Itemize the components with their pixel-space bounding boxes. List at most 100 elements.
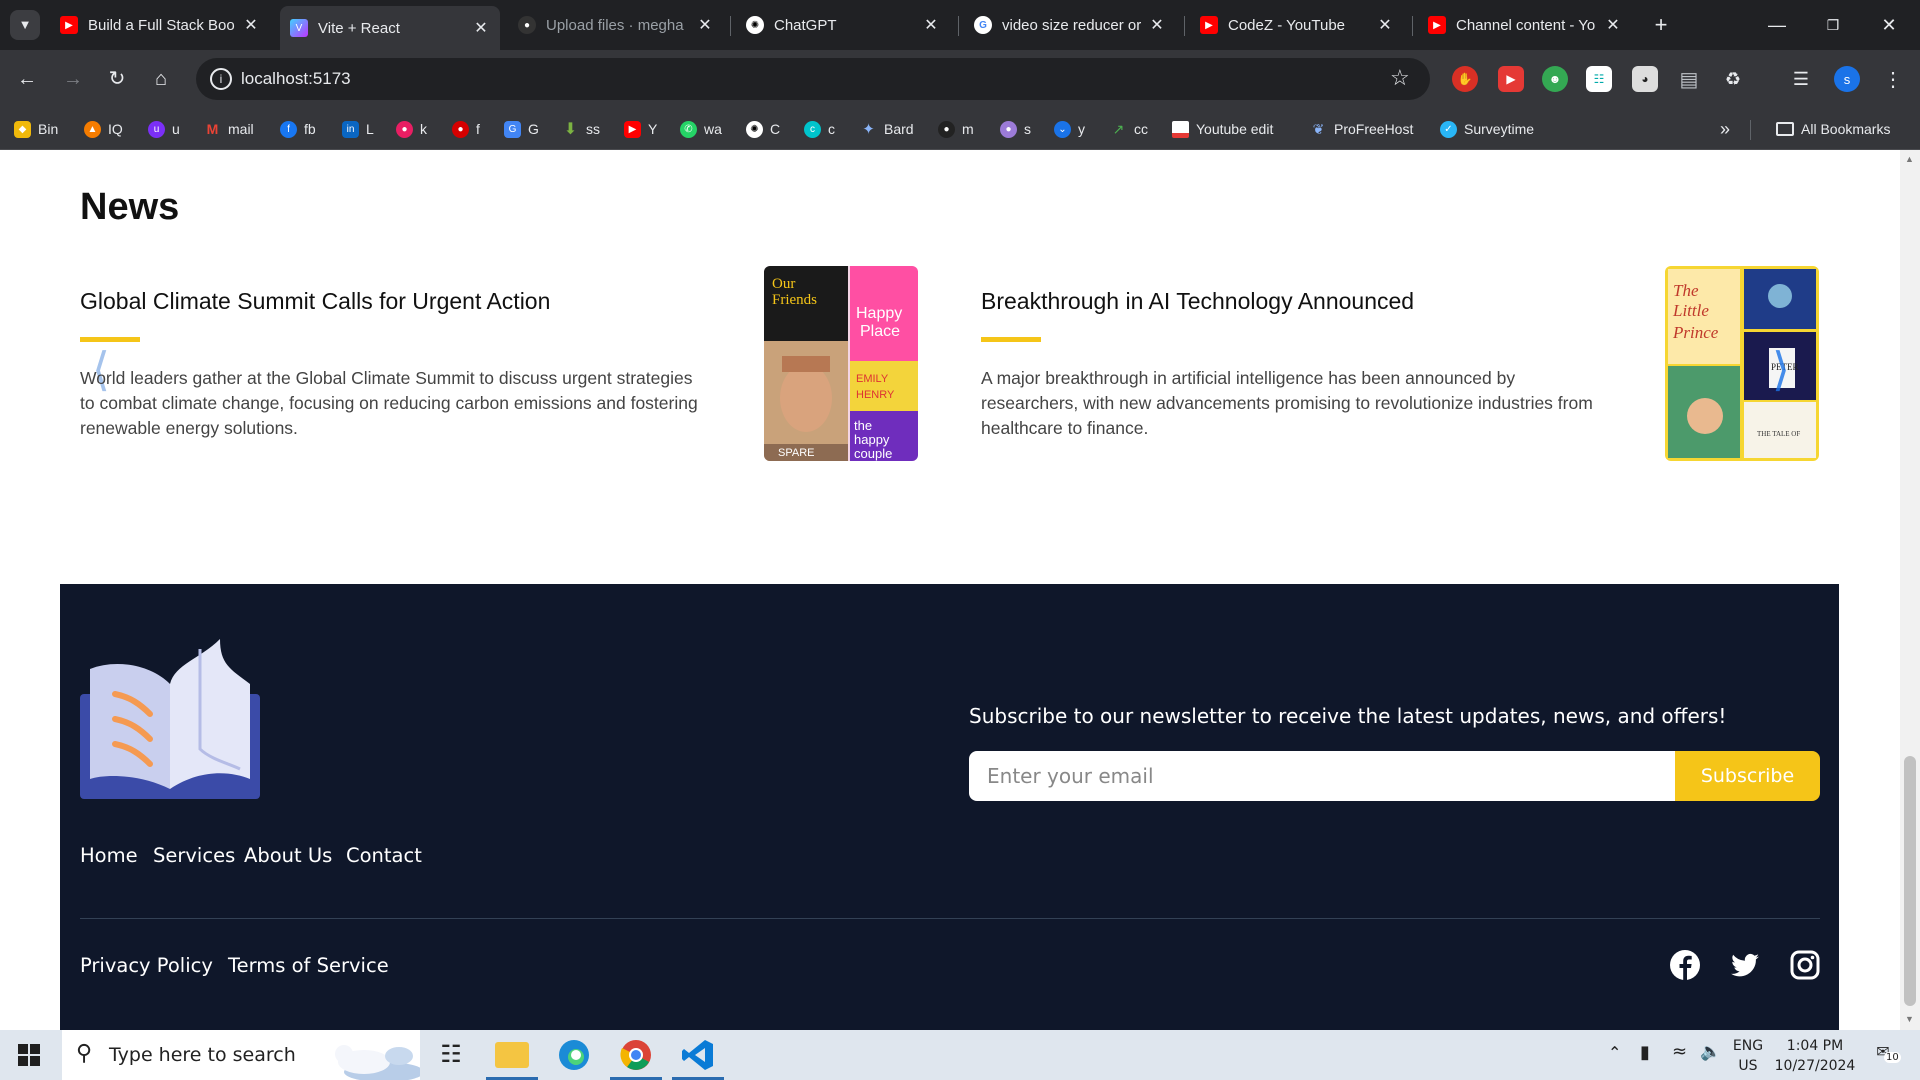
- vite-icon: V: [290, 19, 308, 37]
- bookmarks-overflow-icon[interactable]: »: [1720, 118, 1730, 140]
- bookmark-star-icon[interactable]: ☆: [1390, 65, 1410, 91]
- tab-codez-youtube[interactable]: ▶ CodeZ - YouTube ✕: [1190, 8, 1404, 42]
- bookmark-wa[interactable]: ✆ wa: [680, 118, 722, 140]
- bookmark-profreehost[interactable]: ❦ ProFreeHost: [1310, 118, 1414, 140]
- vscode-icon[interactable]: [681, 1038, 715, 1072]
- reload-icon[interactable]: ↻: [100, 62, 134, 96]
- carousel-next-arrow[interactable]: ⟩: [1772, 342, 1790, 396]
- bookmark-iq[interactable]: ▲ IQ: [84, 118, 123, 140]
- bookmark-cc[interactable]: ↗ cc: [1110, 118, 1148, 140]
- window-close-icon[interactable]: ✕: [1866, 8, 1912, 42]
- address-bar[interactable]: i localhost:5173 ☆: [196, 58, 1430, 100]
- bookmark-surveytime[interactable]: ✓ Surveytime: [1440, 118, 1534, 140]
- wifi-icon[interactable]: ≈: [1672, 1041, 1687, 1062]
- svg-text:Friends: Friends: [772, 292, 817, 308]
- media-control-icon[interactable]: ☰: [1788, 66, 1814, 92]
- restore-icon[interactable]: ❐: [1810, 8, 1856, 42]
- bookmark-linkedin[interactable]: in L: [342, 118, 374, 140]
- extension-clipboard-icon[interactable]: ☷: [1586, 66, 1612, 92]
- terms-of-service-link[interactable]: Terms of Service: [228, 954, 389, 977]
- footer-link-services[interactable]: Services: [153, 844, 235, 867]
- tab-upload-files[interactable]: ● Upload files · megha ✕: [508, 8, 724, 42]
- extension-video-icon[interactable]: ▶: [1498, 66, 1524, 92]
- menu-kebab-icon[interactable]: ⋮: [1880, 66, 1906, 92]
- bookmark-youtube-edit[interactable]: Youtube edit: [1172, 118, 1273, 140]
- footer-link-about[interactable]: About Us: [244, 844, 332, 867]
- tab-chatgpt[interactable]: ✺ ChatGPT ✕: [736, 8, 950, 42]
- search-icon: ⚲: [76, 1040, 93, 1065]
- windows-start-icon[interactable]: [18, 1044, 40, 1066]
- extension-robot-icon[interactable]: ☻: [1542, 66, 1568, 92]
- scrollbar-thumb[interactable]: [1904, 756, 1916, 1006]
- edge-icon[interactable]: [557, 1038, 591, 1072]
- close-icon[interactable]: ✕: [1604, 15, 1622, 35]
- news-card-image[interactable]: Our Friends SPARE Happy Place EMILY HENR…: [764, 266, 918, 461]
- extension-doc-icon[interactable]: ▤: [1676, 66, 1702, 92]
- forward-icon[interactable]: →: [56, 62, 90, 96]
- back-icon[interactable]: ←: [10, 62, 44, 96]
- home-icon[interactable]: ⌂: [144, 62, 178, 96]
- tab-search-button[interactable]: ▼: [10, 10, 40, 40]
- bookmark-f[interactable]: ● f: [452, 118, 480, 140]
- volume-icon[interactable]: 🔈: [1700, 1042, 1721, 1062]
- extensions-puzzle-icon[interactable]: ♻: [1720, 66, 1746, 92]
- bookmark-bard[interactable]: ✦ Bard: [860, 118, 913, 140]
- footer-link-contact[interactable]: Contact: [346, 844, 422, 867]
- tab-video-size-reducer[interactable]: G video size reducer or ✕: [964, 8, 1176, 42]
- bookmark-bin[interactable]: ◆ Bin: [14, 118, 58, 140]
- news-card-title: Breakthrough in AI Technology Announced: [981, 288, 1415, 314]
- all-bookmarks-button[interactable]: All Bookmarks: [1776, 118, 1890, 140]
- instagram-icon[interactable]: [1789, 949, 1821, 981]
- tray-overflow-icon[interactable]: ⌃: [1608, 1043, 1621, 1062]
- close-icon[interactable]: ✕: [1376, 15, 1394, 35]
- new-tab-button[interactable]: +: [1646, 12, 1676, 38]
- news-card-image[interactable]: The Little Prince PETER THE TALE OF: [1665, 266, 1819, 461]
- extension-glasses-icon[interactable]: ◕: [1632, 66, 1658, 92]
- bookmark-c-canva[interactable]: cc: [804, 118, 835, 140]
- extension-stop-icon[interactable]: ✋: [1452, 66, 1478, 92]
- tab-vite-react[interactable]: V Vite + React ✕: [280, 6, 500, 50]
- footer-link-home[interactable]: Home: [80, 844, 138, 867]
- clock-time: 1:04 PM: [1786, 1038, 1844, 1054]
- privacy-policy-link[interactable]: Privacy Policy: [80, 954, 213, 977]
- svg-text:Place: Place: [860, 323, 900, 340]
- check-circle-icon: ✓: [1440, 120, 1457, 138]
- close-icon[interactable]: ✕: [696, 15, 714, 35]
- bookmark-g[interactable]: GG: [504, 118, 539, 140]
- twitter-icon[interactable]: [1729, 949, 1761, 981]
- bookmark-mail[interactable]: Mmail: [204, 118, 254, 140]
- youtube-icon: ▶: [60, 16, 78, 34]
- bookmark-m[interactable]: ● m: [938, 118, 974, 140]
- bookmark-fb[interactable]: f fb: [280, 118, 316, 140]
- task-view-icon[interactable]: ☷: [434, 1038, 468, 1072]
- clock[interactable]: 1:04 PM 10/27/2024: [1768, 1036, 1862, 1076]
- bookmark-s[interactable]: ● s: [1000, 118, 1031, 140]
- close-icon[interactable]: ✕: [1148, 15, 1166, 35]
- bookmark-y2[interactable]: ⌄ y: [1054, 118, 1085, 140]
- subscribe-button[interactable]: Subscribe: [1675, 751, 1820, 801]
- close-icon[interactable]: ✕: [922, 15, 940, 35]
- bookmark-k[interactable]: ● k: [396, 118, 427, 140]
- browser-toolbar: ← → ↻ ⌂ i localhost:5173 ☆ ✋ ▶ ☻ ☷ ◕ ▤ ♻…: [0, 50, 1920, 108]
- taskbar-search-box[interactable]: ⚲ Type here to search: [62, 1030, 420, 1080]
- page-scrollbar[interactable]: ▲ ▼: [1900, 150, 1920, 1030]
- bookmark-u[interactable]: uu: [148, 118, 180, 140]
- battery-icon[interactable]: ▮: [1640, 1042, 1650, 1063]
- site-info-icon[interactable]: i: [210, 68, 232, 90]
- svg-text:EMILY: EMILY: [856, 373, 889, 385]
- close-icon[interactable]: ✕: [472, 18, 490, 38]
- language-indicator[interactable]: ENG US: [1730, 1036, 1766, 1076]
- minimize-icon[interactable]: —: [1754, 8, 1800, 42]
- facebook-icon[interactable]: [1669, 949, 1701, 981]
- bookmark-ss[interactable]: ⬇ ss: [562, 118, 600, 140]
- bookmark-y[interactable]: ▶ Y: [624, 118, 657, 140]
- close-icon[interactable]: ✕: [242, 15, 260, 35]
- profile-avatar[interactable]: s: [1834, 66, 1860, 92]
- chrome-icon[interactable]: [619, 1038, 653, 1072]
- tab-channel-content[interactable]: ▶ Channel content - Yo ✕: [1418, 8, 1632, 42]
- tab-build-full-stack[interactable]: ▶ Build a Full Stack Boo ✕: [50, 8, 270, 42]
- bookmark-c-chatgpt[interactable]: ✺ C: [746, 118, 780, 140]
- notifications-icon[interactable]: ✉ 10: [1868, 1042, 1901, 1063]
- email-field[interactable]: [969, 751, 1675, 801]
- file-explorer-icon[interactable]: [495, 1042, 529, 1068]
